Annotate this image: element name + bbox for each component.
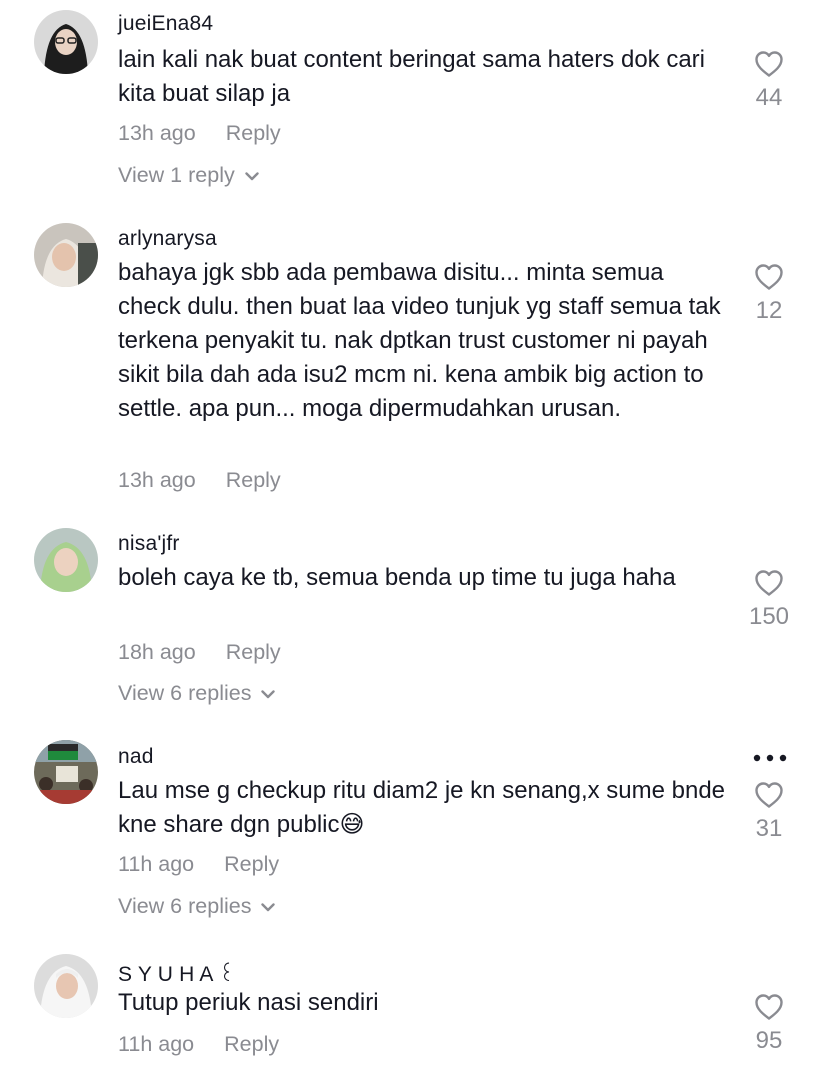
comment-text: boleh caya ke tb, semua benda up time tu… [118, 564, 676, 591]
timestamp: 13h ago [118, 468, 196, 492]
reply-button[interactable]: Reply [226, 640, 281, 664]
view-replies-label: View 1 reply [118, 163, 235, 187]
comment-meta: 18h ago Reply [118, 640, 281, 665]
reply-button[interactable]: Reply [224, 852, 279, 876]
heart-outline-icon [755, 51, 783, 77]
heart-outline-icon [755, 570, 783, 596]
reply-button[interactable]: Reply [226, 468, 281, 492]
comment-meta: 11h ago Reply [118, 852, 279, 877]
avatar-image [34, 954, 98, 1018]
more-options-button[interactable] [752, 750, 788, 768]
avatar[interactable] [34, 528, 98, 592]
avatar-image [34, 740, 98, 804]
avatar[interactable] [34, 740, 98, 804]
like-count: 44 [755, 84, 783, 111]
comment-text: Tutup periuk nasi sendiri [118, 989, 379, 1016]
like-button[interactable]: 95 [736, 993, 802, 1055]
timestamp: 13h ago [118, 121, 196, 145]
comment-text: Lau mse g checkup ritu diam2 je kn senan… [118, 777, 726, 838]
chevron-down-icon [245, 172, 259, 181]
avatar-image [34, 10, 98, 74]
timestamp: 18h ago [118, 640, 196, 664]
username[interactable]: nad [118, 745, 154, 769]
like-button[interactable]: 44 [736, 50, 802, 112]
like-button[interactable]: 12 [736, 263, 802, 325]
heart-outline-icon [755, 264, 783, 290]
view-replies-label: View 6 replies [118, 681, 252, 705]
more-options-icon [753, 754, 787, 762]
view-replies-button[interactable]: View 6 replies [118, 681, 276, 706]
avatar[interactable] [34, 954, 98, 1018]
chevron-down-icon [261, 903, 276, 912]
heart-outline-icon [755, 782, 783, 808]
reply-button[interactable]: Reply [224, 1032, 279, 1056]
like-count: 95 [755, 1027, 783, 1054]
comment-meta: 13h ago Reply [118, 468, 281, 493]
avatar-image [34, 223, 98, 287]
view-replies-button[interactable]: View 6 replies [118, 894, 276, 919]
username[interactable]: jueiEna84 [118, 12, 213, 36]
comment-meta: 13h ago Reply [118, 121, 281, 146]
heart-outline-icon [755, 994, 783, 1020]
timestamp: 11h ago [118, 1032, 195, 1056]
like-button[interactable]: 31 [736, 781, 802, 843]
username[interactable]: S Y U H A ꒰ [118, 959, 235, 987]
avatar[interactable] [34, 10, 98, 74]
comment-text: lain kali nak buat content beringat sama… [118, 46, 706, 107]
view-replies-button[interactable]: View 1 reply [118, 163, 259, 188]
avatar-image [34, 528, 98, 592]
chevron-down-icon [261, 690, 276, 699]
like-count: 31 [755, 815, 783, 842]
like-button[interactable]: 150 [736, 569, 802, 631]
like-count: 150 [748, 603, 790, 630]
view-replies-label: View 6 replies [118, 894, 252, 918]
avatar[interactable] [34, 223, 98, 287]
username[interactable]: arlynarysa [118, 227, 217, 251]
like-count: 12 [755, 297, 783, 324]
comment-text: bahaya jgk sbb ada pembawa disitu... min… [118, 259, 721, 422]
timestamp: 11h ago [118, 852, 195, 876]
reply-button[interactable]: Reply [226, 121, 281, 145]
comment-meta: 11h ago Reply [118, 1032, 279, 1057]
username[interactable]: nisa'jfr [118, 532, 180, 556]
